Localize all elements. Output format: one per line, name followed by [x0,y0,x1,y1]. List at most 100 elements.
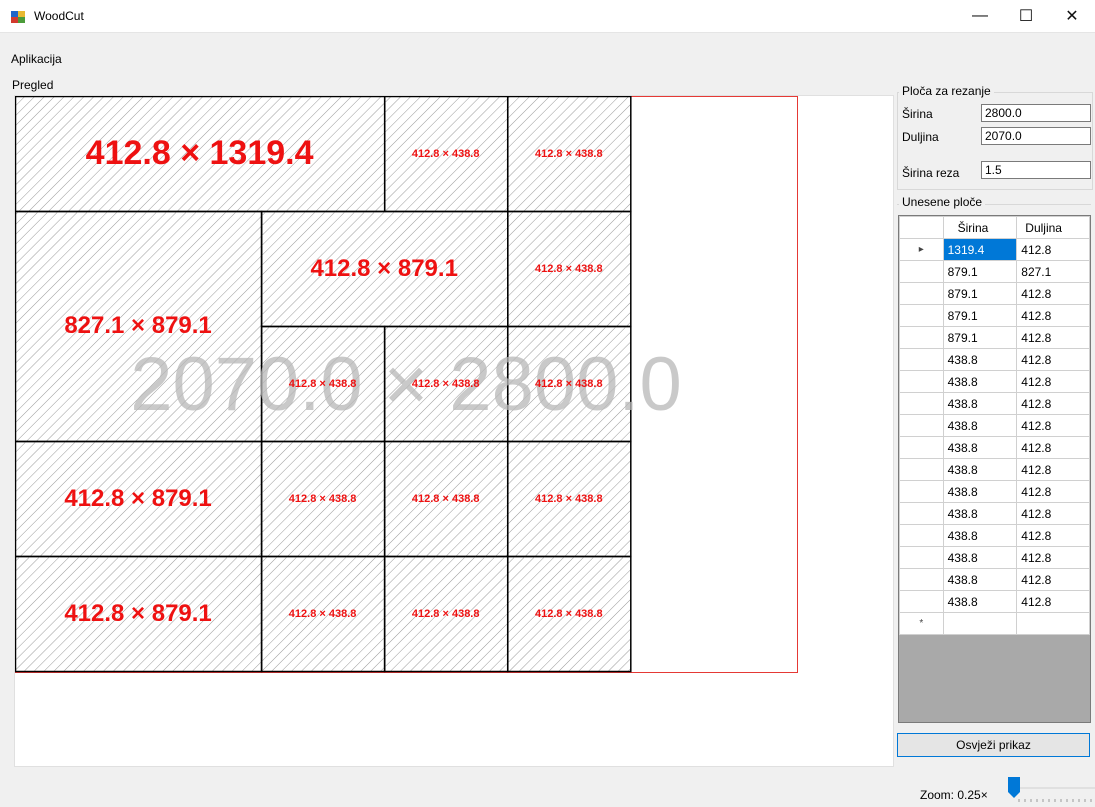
kerf-label: Širina reza [902,166,960,180]
column-header-width[interactable]: Širina [942,216,1018,239]
cell-width[interactable]: 879.1 [942,304,1018,327]
cell-length[interactable]: 412.8 [1016,348,1090,371]
cut-piece [260,325,386,443]
table-row[interactable]: 438.8 412.8 [899,370,1090,393]
table-row[interactable]: 438.8 412.8 [899,546,1090,569]
cell-width[interactable]: 438.8 [942,392,1018,415]
cell-length[interactable]: 412.8 [1016,590,1090,613]
cell-width[interactable]: 438.8 [942,414,1018,437]
table-row[interactable]: 438.8 412.8 [899,436,1090,459]
row-header[interactable] [899,370,944,393]
cell-length[interactable]: 412.8 [1016,370,1090,393]
cell-width[interactable]: 438.8 [942,568,1018,591]
cell-width[interactable]: 438.8 [942,590,1018,613]
row-header[interactable] [899,414,944,437]
cell-width[interactable]: 879.1 [942,282,1018,305]
refresh-button[interactable]: Osvježi prikaz [897,733,1090,757]
cell-width[interactable]: 438.8 [942,480,1018,503]
cut-piece [383,440,509,558]
cell-length[interactable]: 412.8 [1016,480,1090,503]
zoom-slider[interactable] [1005,774,1095,804]
preview-group-label: Pregled [10,78,56,92]
cell-length[interactable]: 412.8 [1016,282,1090,305]
slider-thumb-icon[interactable] [1008,777,1020,798]
cell-length[interactable]: 412.8 [1016,326,1090,349]
cut-piece [383,555,509,673]
cut-piece [260,555,386,673]
maximize-button[interactable]: ☐ [1003,0,1049,32]
cut-piece [507,440,632,558]
title-bar: WoodCut — ☐ ✕ [0,0,1095,33]
table-row[interactable]: 438.8 412.8 [899,348,1090,371]
row-header[interactable] [899,326,944,349]
cell-width[interactable]: 438.8 [942,502,1018,525]
table-row[interactable]: ▸ 1319.4 412.8 [899,238,1090,261]
row-header[interactable] [899,348,944,371]
cell-length[interactable]: 412.8 [1016,238,1090,261]
board-width-input[interactable] [981,104,1091,122]
row-header[interactable] [899,282,944,305]
cell-length[interactable]: 412.8 [1016,304,1090,327]
table-row[interactable]: 879.1 827.1 [899,260,1090,283]
row-header[interactable] [899,436,944,459]
row-header[interactable] [899,502,944,525]
table-row[interactable]: 438.8 412.8 [899,502,1090,525]
kerf-width-input[interactable] [981,161,1091,179]
cell-length[interactable]: 412.8 [1016,414,1090,437]
cell-width[interactable]: 1319.4 [942,238,1018,261]
cell-length[interactable]: 827.1 [1016,260,1090,283]
row-header[interactable] [899,392,944,415]
row-header[interactable] [899,568,944,591]
cell-width[interactable]: 879.1 [942,326,1018,349]
cell-width[interactable]: 438.8 [942,348,1018,371]
row-header[interactable] [899,546,944,569]
close-button[interactable]: ✕ [1049,0,1095,32]
board-length-input[interactable] [981,127,1091,145]
cell-width[interactable]: 438.8 [942,370,1018,393]
cut-piece [15,96,386,213]
new-row[interactable]: * [899,612,1090,635]
cut-piece [383,325,509,443]
row-header[interactable] [899,304,944,327]
board-settings-label: Ploča za rezanje [899,84,994,98]
table-row[interactable]: 438.8 412.8 [899,568,1090,591]
row-header[interactable]: ▸ [899,238,944,261]
minimize-button[interactable]: — [957,0,1003,32]
pieces-grid[interactable]: Širina Duljina ▸ 1319.4 412.8 879.1 827.1 879… [898,215,1091,723]
cell-length[interactable]: 412.8 [1016,502,1090,525]
cut-piece [260,440,386,558]
row-header[interactable] [899,260,944,283]
row-header[interactable] [899,590,944,613]
cell-length[interactable]: 412.8 [1016,458,1090,481]
table-row[interactable]: 438.8 412.8 [899,458,1090,481]
table-row[interactable]: 879.1 412.8 [899,326,1090,349]
table-row[interactable]: 438.8 412.8 [899,414,1090,437]
zoom-label: Zoom: 0.25× [920,788,988,802]
column-header-length[interactable]: Duljina [1016,216,1090,239]
cell-width[interactable]: 438.8 [942,458,1018,481]
cell-width[interactable]: 438.8 [942,436,1018,459]
table-row[interactable]: 438.8 412.8 [899,392,1090,415]
row-header[interactable] [899,524,944,547]
cut-piece [15,440,263,558]
app-icon [11,11,25,23]
table-row[interactable]: 879.1 412.8 [899,282,1090,305]
cell-width[interactable]: 438.8 [942,546,1018,569]
new-row-cell[interactable] [1016,612,1090,635]
cell-width[interactable]: 438.8 [942,524,1018,547]
cell-length[interactable]: 412.8 [1016,546,1090,569]
row-header[interactable] [899,480,944,503]
table-row[interactable]: 438.8 412.8 [899,524,1090,547]
cell-length[interactable]: 412.8 [1016,392,1090,415]
table-row[interactable]: 438.8 412.8 [899,590,1090,613]
table-row[interactable]: 438.8 412.8 [899,480,1090,503]
preview-canvas[interactable]: 2070.0 × 2800.0 412.8 × 1319.4 412.8 × 43… [14,95,894,767]
cell-length[interactable]: 412.8 [1016,568,1090,591]
menu-aplikacija[interactable]: Aplikacija [11,52,62,66]
new-row-cell[interactable] [942,612,1018,635]
row-header[interactable] [899,458,944,481]
table-row[interactable]: 879.1 412.8 [899,304,1090,327]
cell-length[interactable]: 412.8 [1016,436,1090,459]
cell-length[interactable]: 412.8 [1016,524,1090,547]
cell-width[interactable]: 879.1 [942,260,1018,283]
